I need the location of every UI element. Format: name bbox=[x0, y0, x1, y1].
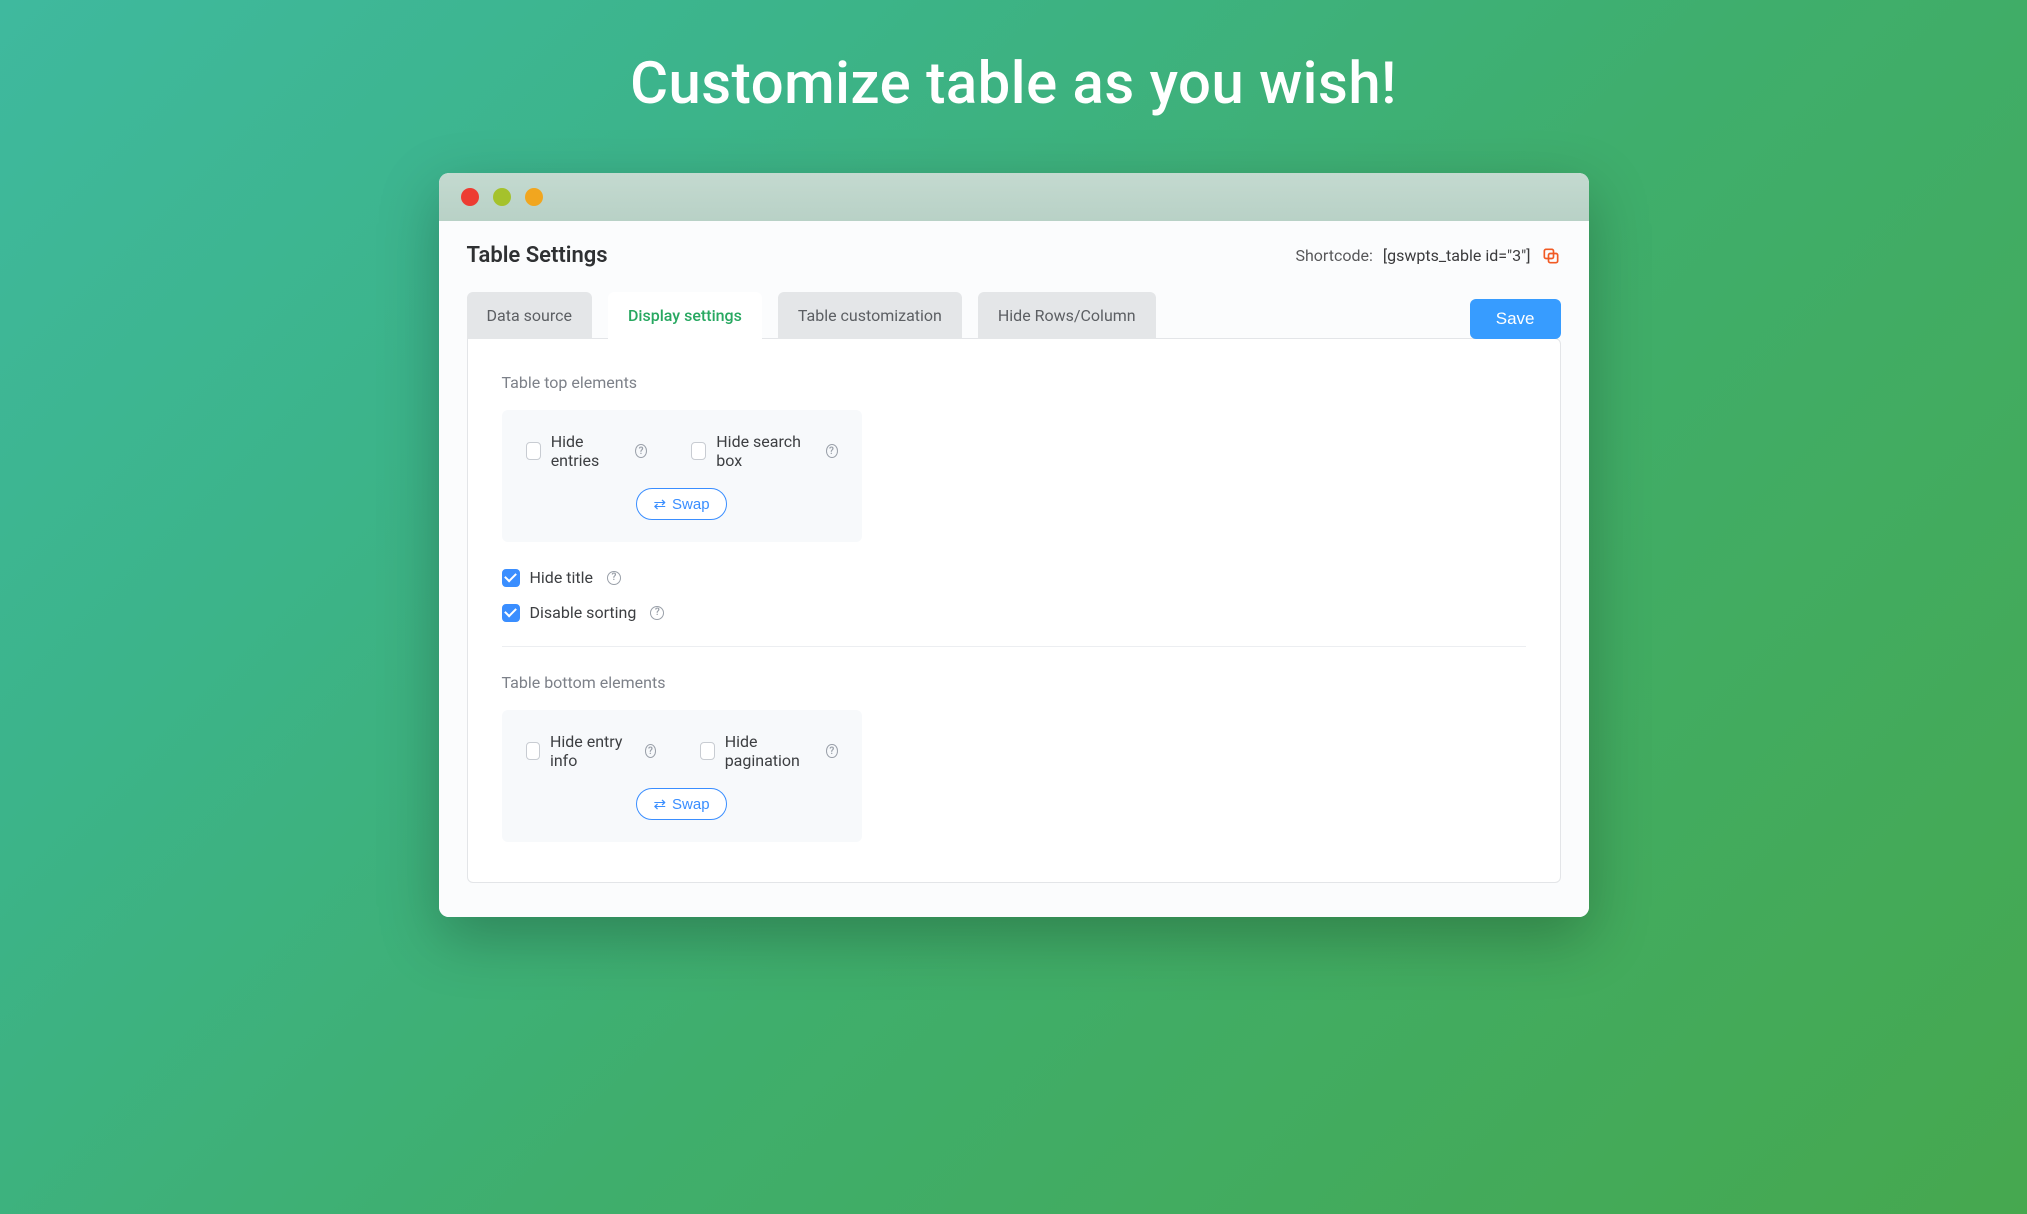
settings-panel: Table Settings Shortcode: [gswpts_table … bbox=[439, 221, 1589, 917]
save-button[interactable]: Save bbox=[1470, 299, 1561, 339]
swap-icon: ⇄ bbox=[653, 795, 666, 813]
hero-title: Customize table as you wish! bbox=[630, 50, 1397, 118]
tab-content: Table top elements Hide entries ? Hide s… bbox=[467, 338, 1561, 883]
checkbox-label: Hide entry info bbox=[550, 732, 631, 770]
help-icon[interactable]: ? bbox=[635, 444, 647, 458]
checkbox-hide-search-box[interactable]: Hide search box ? bbox=[691, 432, 838, 470]
checkbox-disable-sorting[interactable]: Disable sorting ? bbox=[502, 603, 1526, 622]
tab-label: Table customization bbox=[798, 306, 942, 325]
maximize-icon[interactable] bbox=[525, 188, 543, 206]
tab-label: Hide Rows/Column bbox=[998, 306, 1136, 325]
checkbox-label: Hide pagination bbox=[725, 732, 812, 770]
swap-bottom-button[interactable]: ⇄ Swap bbox=[636, 788, 726, 820]
tab-hide-rows-column[interactable]: Hide Rows/Column bbox=[978, 292, 1156, 339]
tabs: Data source Display settings Table custo… bbox=[467, 292, 1156, 339]
panel-title: Table Settings bbox=[467, 243, 608, 268]
checkbox-box-icon bbox=[502, 569, 520, 587]
checkbox-label: Hide title bbox=[530, 568, 594, 587]
section-title-bottom: Table bottom elements bbox=[502, 673, 1526, 692]
swap-icon: ⇄ bbox=[653, 495, 666, 513]
help-icon[interactable]: ? bbox=[826, 444, 838, 458]
help-icon[interactable]: ? bbox=[826, 744, 837, 758]
copy-icon[interactable] bbox=[1541, 246, 1561, 266]
tab-data-source[interactable]: Data source bbox=[467, 292, 592, 339]
shortcode-label: Shortcode: bbox=[1295, 246, 1372, 265]
tab-label: Display settings bbox=[628, 306, 742, 325]
window-titlebar bbox=[439, 173, 1589, 221]
swap-top-button[interactable]: ⇄ Swap bbox=[636, 488, 726, 520]
checkbox-hide-title[interactable]: Hide title ? bbox=[502, 568, 1526, 587]
checkbox-box-icon bbox=[502, 604, 520, 622]
checkbox-label: Hide entries bbox=[551, 432, 621, 470]
checkbox-box-icon bbox=[691, 442, 706, 460]
checkbox-hide-entries[interactable]: Hide entries ? bbox=[526, 432, 647, 470]
help-icon[interactable]: ? bbox=[650, 606, 664, 620]
tab-label: Data source bbox=[487, 306, 572, 325]
help-icon[interactable]: ? bbox=[607, 571, 621, 585]
help-icon[interactable]: ? bbox=[645, 744, 656, 758]
toolbar: Data source Display settings Table custo… bbox=[467, 292, 1561, 339]
checkbox-hide-entry-info[interactable]: Hide entry info ? bbox=[526, 732, 657, 770]
swap-label: Swap bbox=[672, 796, 710, 813]
checkbox-label: Hide search box bbox=[716, 432, 811, 470]
minimize-icon[interactable] bbox=[493, 188, 511, 206]
window: Table Settings Shortcode: [gswpts_table … bbox=[439, 173, 1589, 917]
section-title-top: Table top elements bbox=[502, 373, 1526, 392]
checkbox-box-icon bbox=[526, 742, 540, 760]
close-icon[interactable] bbox=[461, 188, 479, 206]
bottom-elements-group: Hide entry info ? Hide pagination ? ⇄ Sw… bbox=[502, 710, 862, 842]
top-elements-group: Hide entries ? Hide search box ? ⇄ Swap bbox=[502, 410, 862, 542]
shortcode-display: Shortcode: [gswpts_table id="3"] bbox=[1295, 246, 1560, 266]
checkbox-label: Disable sorting bbox=[530, 603, 637, 622]
swap-label: Swap bbox=[672, 496, 710, 513]
tab-table-customization[interactable]: Table customization bbox=[778, 292, 962, 339]
tab-display-settings[interactable]: Display settings bbox=[608, 292, 762, 339]
checkbox-box-icon bbox=[700, 742, 715, 760]
panel-header: Table Settings Shortcode: [gswpts_table … bbox=[467, 243, 1561, 268]
checkbox-hide-pagination[interactable]: Hide pagination ? bbox=[700, 732, 837, 770]
section-divider bbox=[502, 646, 1526, 647]
shortcode-code: [gswpts_table id="3"] bbox=[1383, 246, 1531, 265]
checkbox-box-icon bbox=[526, 442, 541, 460]
